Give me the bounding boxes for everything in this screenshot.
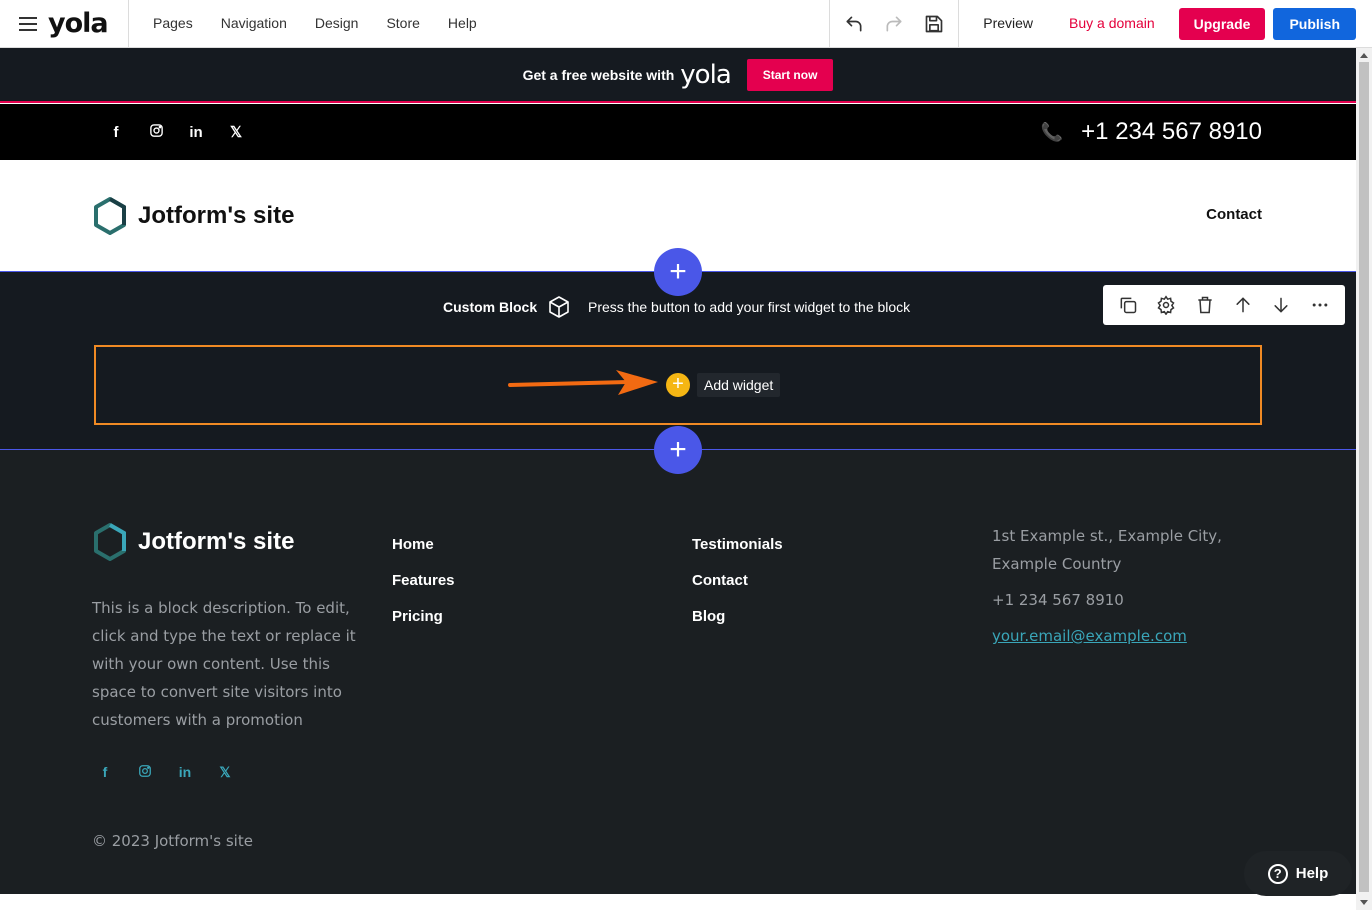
footer-email-link[interactable]: your.email@example.com (992, 622, 1272, 650)
x-icon[interactable]: 𝕏 (216, 123, 256, 141)
footer-social-icons: f in 𝕏 (85, 764, 245, 781)
phone-number[interactable]: 📞 +1 234 567 8910 (1041, 104, 1262, 160)
social-bar[interactable]: f in 𝕏 📞 +1 234 567 8910 (0, 104, 1356, 160)
phone-text: +1 234 567 8910 (1081, 118, 1262, 145)
menu-store[interactable]: Store (372, 0, 433, 47)
footer-site-title: Jotform's site (138, 528, 295, 555)
footer-logo-icon (94, 523, 126, 561)
instagram-icon[interactable] (125, 764, 165, 781)
footer-link-pricing[interactable]: Pricing (392, 599, 455, 635)
add-widget-button[interactable]: Add widget (697, 373, 781, 397)
add-block-button-top[interactable]: + (654, 248, 702, 296)
promo-yola-logo: yola (680, 59, 731, 90)
menu-design[interactable]: Design (301, 0, 373, 47)
save-icon[interactable] (914, 0, 954, 47)
divider (829, 0, 831, 47)
add-widget-plus-icon[interactable]: + (666, 373, 690, 397)
help-button[interactable]: ? Help (1244, 851, 1352, 896)
site-footer[interactable]: Jotform's site This is a block descripti… (0, 450, 1356, 894)
facebook-icon[interactable]: f (96, 124, 136, 141)
footer-link-testimonials[interactable]: Testimonials (692, 527, 783, 563)
start-now-button[interactable]: Start now (746, 58, 834, 91)
phone-icon: 📞 (1040, 121, 1064, 142)
help-label: Help (1295, 865, 1329, 882)
menu-pages[interactable]: Pages (139, 0, 207, 47)
promo-bar: Get a free website with yola Start now (0, 48, 1356, 103)
upgrade-button[interactable]: Upgrade (1178, 7, 1266, 40)
redo-icon[interactable] (874, 0, 914, 47)
footer-link-blog[interactable]: Blog (692, 599, 783, 635)
scroll-down-icon[interactable] (1360, 900, 1368, 905)
duplicate-icon[interactable] (1113, 290, 1143, 320)
promo-text: Get a free website with (522, 66, 675, 83)
linkedin-icon[interactable]: in (165, 764, 205, 781)
delete-icon[interactable] (1190, 290, 1220, 320)
custom-block-label: Custom Block (443, 299, 538, 315)
menu-navigation[interactable]: Navigation (207, 0, 301, 47)
page-bottom (0, 894, 1356, 910)
preview-button[interactable]: Preview (959, 0, 1057, 47)
custom-block[interactable]: Custom Block Press the button to add you… (0, 272, 1356, 450)
move-down-icon[interactable] (1266, 290, 1296, 320)
menu-hamburger-icon[interactable] (8, 0, 48, 47)
cube-icon (549, 296, 569, 318)
settings-icon[interactable] (1151, 290, 1181, 320)
buy-domain-button[interactable]: Buy a domain (1057, 0, 1167, 47)
social-icons: f in 𝕏 (96, 104, 256, 160)
menu-help[interactable]: Help (434, 0, 491, 47)
footer-contact: 1st Example st., Example City, Example C… (992, 522, 1272, 658)
footer-nav-col2: Testimonials Contact Blog (692, 527, 783, 635)
footer-nav-col1: Home Features Pricing (392, 527, 455, 635)
more-icon[interactable] (1305, 290, 1335, 320)
site-logo-icon (94, 197, 126, 235)
footer-phone: +1 234 567 8910 (992, 591, 1124, 609)
site-title: Jotform's site (138, 202, 295, 229)
nav-contact-link[interactable]: Contact (1206, 206, 1262, 223)
editor-menu: Pages Navigation Design Store Help (139, 0, 491, 47)
linkedin-icon[interactable]: in (176, 124, 216, 141)
question-icon: ? (1267, 863, 1288, 884)
footer-link-features[interactable]: Features (392, 563, 455, 599)
scroll-thumb[interactable] (1359, 62, 1369, 892)
footer-link-home[interactable]: Home (392, 527, 455, 563)
block-tools (1103, 285, 1345, 325)
divider (128, 0, 129, 47)
footer-description: This is a block description. To edit, cl… (92, 599, 356, 729)
arrow-annotation-icon (508, 370, 658, 395)
editor-toolbar: yola Pages Navigation Design Store Help … (0, 0, 1372, 48)
yola-logo[interactable]: yola (48, 8, 112, 39)
undo-icon[interactable] (834, 0, 874, 47)
footer-link-contact[interactable]: Contact (692, 563, 783, 599)
facebook-icon[interactable]: f (85, 764, 125, 781)
footer-address: 1st Example st., Example City, Example C… (992, 527, 1222, 573)
publish-button[interactable]: Publish (1273, 7, 1356, 40)
move-up-icon[interactable] (1228, 290, 1258, 320)
instagram-icon[interactable] (136, 123, 176, 142)
site-logo[interactable]: Jotform's site (92, 196, 294, 236)
x-icon[interactable]: 𝕏 (205, 764, 245, 781)
footer-logo[interactable]: Jotform's site (92, 522, 294, 562)
custom-block-hint: Press the button to add your first widge… (588, 299, 911, 315)
add-block-button-bottom[interactable]: + (654, 426, 702, 474)
toolbar-right: Preview Buy a domain Upgrade Publish (829, 0, 1372, 47)
footer-copyright: © 2023 Jotform's site (92, 832, 253, 850)
scrollbar[interactable] (1356, 48, 1372, 910)
scroll-up-icon[interactable] (1360, 53, 1368, 58)
